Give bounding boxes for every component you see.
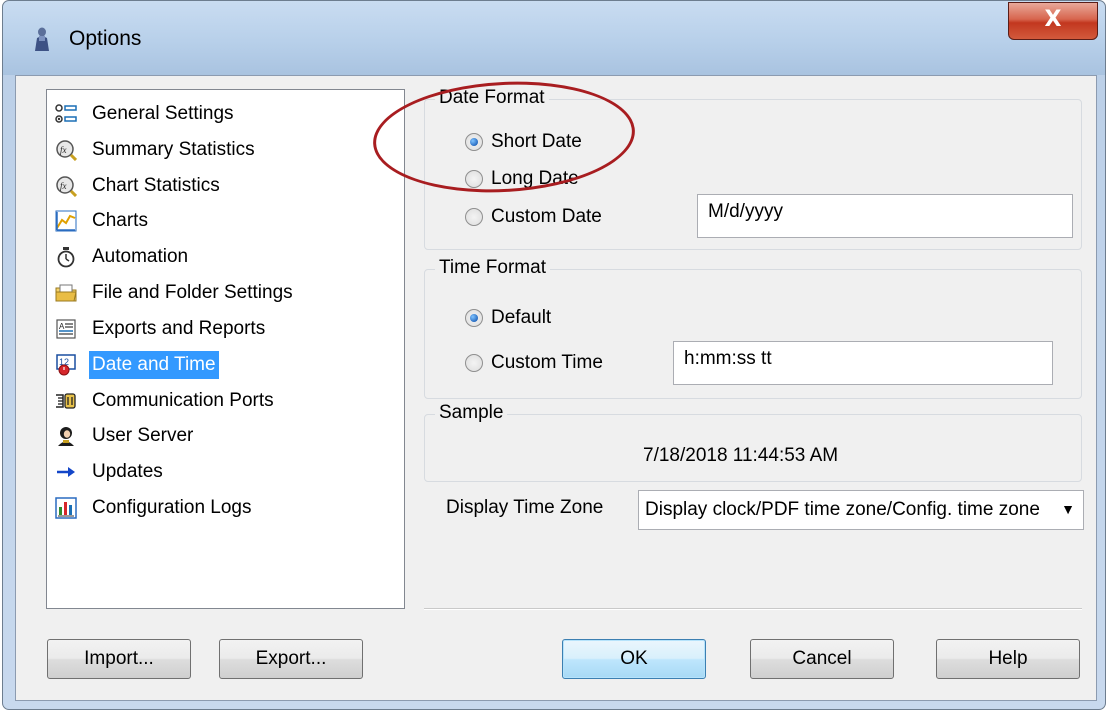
close-button[interactable]: X (1008, 2, 1098, 40)
nav-label: User Server (92, 425, 194, 446)
custom-date-option[interactable]: Custom Date (465, 206, 602, 228)
settings-list-icon (55, 103, 77, 125)
nav-label: Summary Statistics (92, 139, 255, 160)
window-title: Options (69, 27, 142, 50)
custom-date-radio[interactable] (465, 208, 483, 226)
nav-item-updates[interactable]: Updates (55, 458, 166, 486)
nav-item-automation[interactable]: Automation (55, 243, 191, 271)
help-button[interactable]: Help (936, 639, 1080, 679)
app-icon (35, 27, 49, 51)
nav-item-summary-statistics[interactable]: fx Summary Statistics (55, 136, 258, 164)
folder-icon (55, 282, 77, 304)
custom-date-input[interactable]: M/d/yyyy (697, 194, 1073, 238)
line-chart-icon (55, 210, 77, 232)
calendar-clock-icon: 12 (55, 354, 77, 376)
sample-value: 7/18/2018 11:44:53 AM (643, 445, 839, 466)
nav-item-file-and-folder-settings[interactable]: File and Folder Settings (55, 279, 296, 307)
chevron-down-icon[interactable]: ▼ (1061, 501, 1075, 517)
arrow-right-icon (55, 461, 77, 483)
export-button[interactable]: Export... (219, 639, 363, 679)
default-time-label: Default (491, 307, 552, 328)
nav-item-exports-and-reports[interactable]: A Exports and Reports (55, 315, 268, 343)
import-button[interactable]: Import... (47, 639, 191, 679)
title-bar[interactable]: Options (3, 1, 1105, 75)
default-time-option[interactable]: Default (465, 307, 551, 329)
log-chart-icon (55, 497, 77, 519)
nav-item-general-settings[interactable]: General Settings (55, 100, 237, 128)
nav-label: Chart Statistics (92, 175, 220, 196)
nav-label: File and Folder Settings (92, 282, 293, 303)
custom-date-label: Custom Date (491, 206, 602, 227)
cancel-button[interactable]: Cancel (750, 639, 894, 679)
ok-button[interactable]: OK (562, 639, 706, 679)
time-format-title: Time Format (435, 256, 550, 280)
nav-label: General Settings (92, 103, 234, 124)
svg-text:fx: fx (60, 181, 67, 191)
svg-text:A: A (59, 322, 65, 331)
nav-item-configuration-logs[interactable]: Configuration Logs (55, 494, 255, 522)
sample-title: Sample (435, 401, 508, 425)
custom-time-option[interactable]: Custom Time (465, 352, 603, 374)
timezone-select[interactable]: Display clock/PDF time zone/Config. time… (638, 490, 1084, 530)
custom-time-label: Custom Time (491, 352, 603, 373)
timezone-value: Display clock/PDF time zone/Config. time… (645, 499, 1040, 520)
timezone-label: Display Time Zone (446, 497, 604, 518)
nav-label: Communication Ports (92, 390, 274, 411)
nav-label: Updates (92, 461, 163, 482)
document-icon: A (55, 318, 77, 340)
nav-label: Configuration Logs (92, 497, 252, 518)
fx-magnifier-icon: fx (55, 175, 77, 197)
nav-item-user-server[interactable]: User Server (55, 422, 196, 450)
nav-item-charts[interactable]: Charts (55, 207, 151, 235)
nav-label: Automation (92, 246, 189, 267)
separator (424, 608, 1082, 610)
svg-text:fx: fx (60, 145, 67, 155)
nav-item-communication-ports[interactable]: Communication Ports (55, 387, 277, 415)
category-list[interactable]: General Settings fx Summary Statistics f… (46, 89, 405, 609)
ports-icon (55, 390, 77, 412)
sample-group: Sample 7/18/2018 11:44:53 AM (424, 401, 1082, 482)
nav-item-chart-statistics[interactable]: fx Chart Statistics (55, 172, 223, 200)
nav-label: Date and Time (89, 351, 219, 379)
user-icon (55, 425, 77, 447)
nav-item-date-and-time[interactable]: 12 Date and Time (55, 351, 219, 379)
nav-label: Charts (92, 210, 148, 231)
fx-magnifier-icon: fx (55, 139, 77, 161)
nav-label: Exports and Reports (92, 318, 266, 339)
stopwatch-icon (55, 246, 77, 268)
custom-time-input[interactable]: h:mm:ss tt (673, 341, 1053, 385)
custom-time-radio[interactable] (465, 354, 483, 372)
default-time-radio[interactable] (465, 309, 483, 327)
time-format-group: Time Format Default Custom Time h:mm:ss … (424, 256, 1082, 399)
